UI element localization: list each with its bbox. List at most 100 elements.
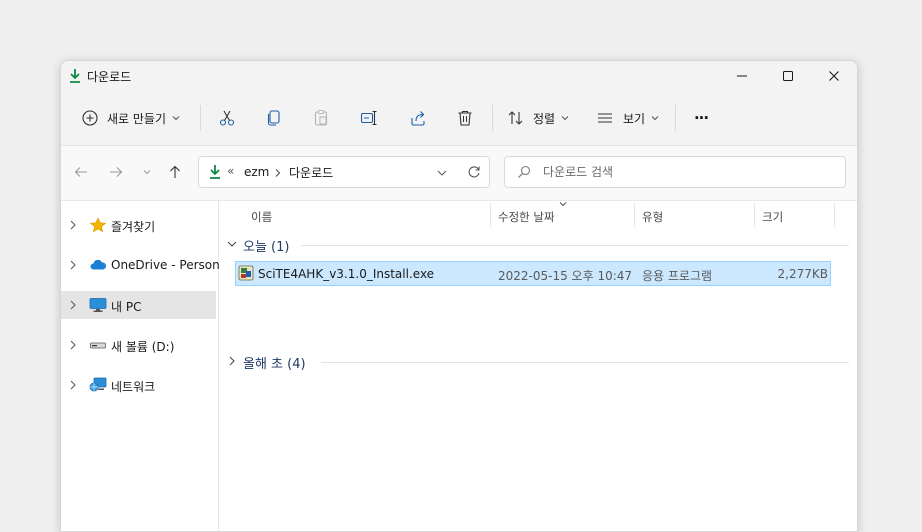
window-title: 다운로드 bbox=[87, 70, 132, 84]
cut-button[interactable] bbox=[209, 102, 245, 134]
sidebar-item-label: 즐겨찾기 bbox=[111, 220, 156, 234]
column-label: 크기 bbox=[762, 210, 784, 224]
paste-icon bbox=[314, 109, 328, 126]
cloud-icon bbox=[90, 259, 107, 270]
rename-icon bbox=[360, 110, 377, 126]
chevron-right-icon bbox=[275, 169, 281, 177]
file-row[interactable]: SciTE4AHK_v3.1.0_Install.exe 2022-05-15 … bbox=[235, 261, 831, 286]
view-button[interactable]: 보기 bbox=[591, 102, 671, 134]
chevron-down-icon bbox=[227, 241, 237, 247]
column-header-name[interactable]: 이름 bbox=[219, 201, 491, 231]
search-icon bbox=[518, 165, 531, 178]
rename-button[interactable] bbox=[351, 102, 387, 134]
paste-button[interactable] bbox=[303, 102, 339, 134]
file-list: 이름 수정한 날짜 유형 크기 오늘 (1) SciTE4AHK_v3.1.0_… bbox=[219, 201, 857, 531]
chevron-right-icon[interactable] bbox=[70, 300, 76, 310]
toolbar-divider bbox=[492, 105, 493, 131]
column-divider[interactable] bbox=[834, 203, 835, 227]
trash-icon bbox=[458, 110, 472, 126]
chevron-right-icon[interactable] bbox=[70, 340, 76, 350]
column-label: 수정한 날짜 bbox=[498, 210, 555, 224]
download-icon bbox=[70, 69, 80, 83]
installer-icon bbox=[238, 265, 254, 281]
group-label: 오늘 (1) bbox=[243, 240, 290, 255]
sidebar-item-label: 네트워크 bbox=[111, 380, 156, 394]
chevron-down-icon bbox=[561, 116, 569, 121]
up-button[interactable] bbox=[165, 162, 185, 182]
view-button-label: 보기 bbox=[623, 111, 646, 126]
toolbar-divider bbox=[200, 105, 201, 131]
new-button-label: 새로 만들기 bbox=[107, 111, 167, 126]
refresh-icon[interactable] bbox=[467, 165, 481, 179]
arrow-up-icon bbox=[170, 165, 180, 178]
address-bar[interactable]: « ezm 다운로드 bbox=[198, 156, 490, 188]
chevron-right-icon[interactable] bbox=[70, 220, 76, 230]
arrow-right-icon bbox=[110, 167, 123, 177]
minimize-icon bbox=[737, 75, 747, 77]
chevron-down-icon bbox=[651, 116, 659, 121]
group-divider bbox=[301, 245, 849, 246]
back-button[interactable] bbox=[71, 162, 91, 182]
network-icon bbox=[89, 377, 107, 392]
group-divider bbox=[321, 362, 849, 363]
chevron-right-icon[interactable] bbox=[70, 260, 76, 270]
breadcrumb-downloads[interactable]: 다운로드 bbox=[289, 164, 333, 181]
column-label: 이름 bbox=[251, 210, 273, 224]
file-name[interactable]: SciTE4AHK_v3.1.0_Install.exe bbox=[258, 267, 434, 281]
sidebar-item-label: 새 볼륨 (D:) bbox=[111, 340, 175, 354]
sidebar-item-onedrive[interactable]: OneDrive - Persona bbox=[61, 251, 227, 279]
sort-button-label: 정렬 bbox=[533, 111, 556, 126]
address-overflow[interactable]: « bbox=[227, 164, 234, 178]
sidebar-item-network[interactable]: 네트워크 bbox=[61, 371, 216, 399]
chevron-right-icon bbox=[229, 356, 235, 366]
group-header-today[interactable]: 오늘 (1) bbox=[223, 234, 849, 256]
recent-locations-button[interactable] bbox=[137, 162, 157, 182]
file-type: 응용 프로그램 bbox=[642, 269, 713, 283]
close-icon bbox=[829, 71, 839, 81]
sidebar-item-new-volume[interactable]: 새 볼륨 (D:) bbox=[61, 331, 216, 359]
drive-icon bbox=[90, 342, 106, 349]
search-input[interactable] bbox=[543, 163, 833, 181]
group-header-earlier-this-year[interactable]: 올해 초 (4) bbox=[223, 351, 849, 373]
copy-icon bbox=[267, 110, 280, 126]
column-header-type[interactable]: 유형 bbox=[635, 201, 755, 231]
column-header-date[interactable]: 수정한 날짜 bbox=[491, 201, 635, 231]
sort-indicator-icon bbox=[559, 202, 567, 207]
file-explorer-window: 다운로드 새로 만들기 정렬 보기 ··· « ezm 다운로드 다운로드 검색… bbox=[60, 60, 858, 532]
group-label: 올해 초 (4) bbox=[243, 357, 306, 372]
title-bar[interactable]: 다운로드 bbox=[61, 61, 857, 91]
chevron-down-icon bbox=[172, 116, 180, 121]
see-more-button[interactable]: ··· bbox=[683, 102, 719, 134]
sort-icon bbox=[508, 111, 523, 125]
delete-button[interactable] bbox=[447, 102, 483, 134]
column-header-size[interactable]: 크기 bbox=[755, 201, 835, 231]
search-box[interactable] bbox=[504, 156, 846, 188]
sidebar-item-this-pc[interactable]: 내 PC bbox=[61, 291, 216, 319]
new-button[interactable]: 새로 만들기 bbox=[75, 102, 187, 134]
arrow-left-icon bbox=[74, 167, 87, 177]
copy-button[interactable] bbox=[256, 102, 292, 134]
share-button[interactable] bbox=[400, 102, 436, 134]
list-view-icon bbox=[598, 113, 612, 123]
sidebar-item-favorites[interactable]: 즐겨찾기 bbox=[61, 211, 216, 239]
maximize-icon bbox=[783, 71, 793, 81]
download-icon bbox=[210, 165, 220, 179]
close-button[interactable] bbox=[811, 61, 857, 91]
monitor-icon bbox=[89, 298, 107, 312]
navigation-pane: 즐겨찾기 OneDrive - Persona 내 PC 새 볼륨 (D:) 네… bbox=[61, 201, 227, 531]
star-icon bbox=[89, 217, 107, 233]
sort-button[interactable]: 정렬 bbox=[501, 102, 581, 134]
chevron-right-icon[interactable] bbox=[70, 380, 76, 390]
minimize-button[interactable] bbox=[719, 61, 765, 91]
command-bar: 새로 만들기 정렬 보기 ··· bbox=[61, 91, 857, 146]
plus-circle-icon bbox=[82, 110, 98, 126]
breadcrumb-ezm[interactable]: ezm bbox=[244, 165, 269, 179]
column-label: 유형 bbox=[642, 210, 664, 224]
maximize-button[interactable] bbox=[765, 61, 811, 91]
share-icon bbox=[411, 111, 425, 126]
forward-button[interactable] bbox=[106, 162, 126, 182]
scissors-icon bbox=[219, 110, 235, 126]
chevron-down-icon[interactable] bbox=[437, 170, 447, 176]
navigation-bar: « ezm 다운로드 bbox=[61, 146, 857, 201]
file-date: 2022-05-15 오후 10:47 bbox=[498, 269, 633, 283]
